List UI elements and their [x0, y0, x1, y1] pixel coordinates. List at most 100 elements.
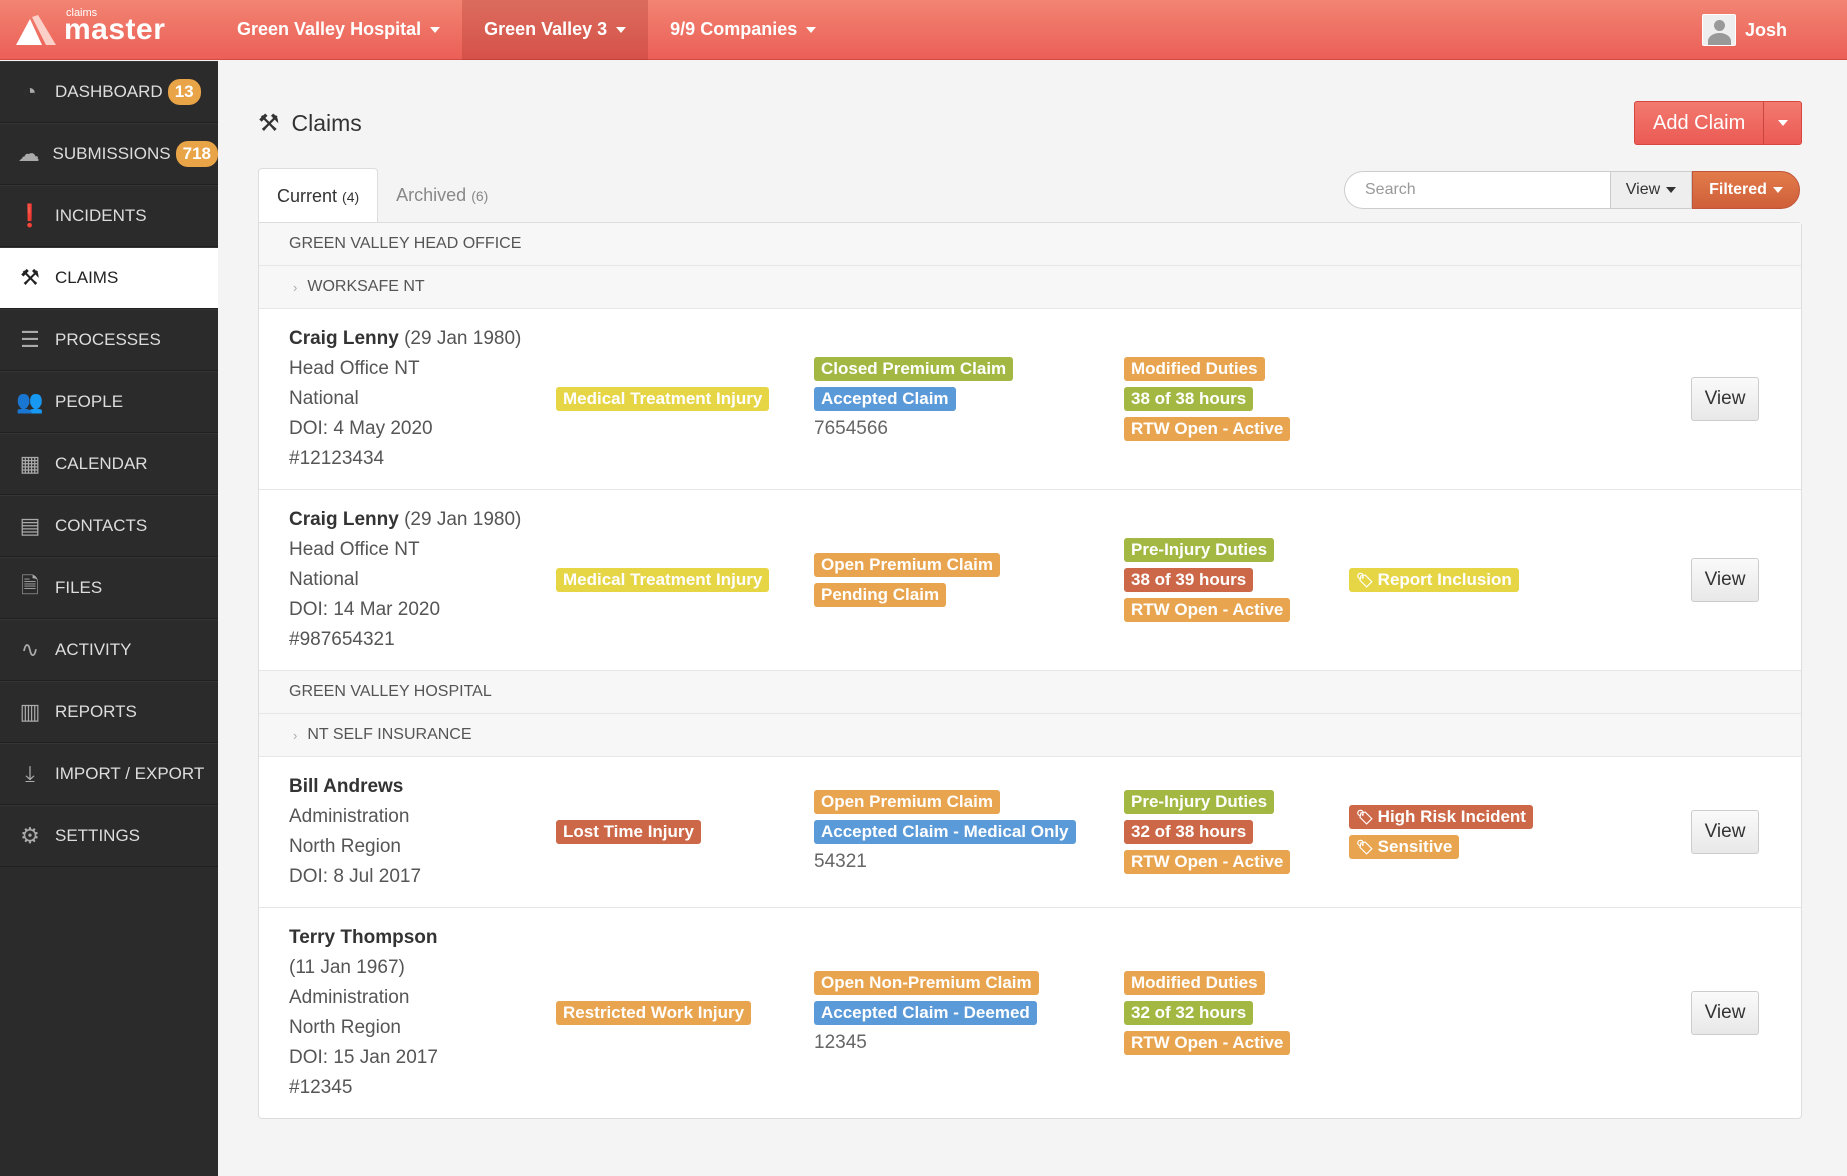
- duties-tag: RTW Open - Active: [1124, 598, 1291, 622]
- flag-tag: 🏷 High Risk Incident: [1349, 805, 1533, 829]
- injury-type: Restricted Work Injury: [556, 1001, 752, 1025]
- sidebar-item-processes[interactable]: ☰ PROCESSES: [0, 309, 218, 371]
- claimant-name-line: Terry Thompson: [289, 923, 438, 953]
- tag-text: Medical Treatment Injury: [563, 570, 763, 589]
- injury-tag: Medical Treatment Injury: [556, 568, 770, 592]
- claimant-detail: DOI: 14 Mar 2020: [289, 599, 441, 620]
- tag-text: RTW Open - Active: [1131, 419, 1284, 438]
- view-button[interactable]: View: [1691, 377, 1759, 421]
- claimant-detail: #12123434: [289, 448, 385, 469]
- flags: 🏷 Report Inclusion: [1349, 568, 1519, 592]
- caret-down-icon: [616, 26, 627, 33]
- claim-number: 12345: [814, 1032, 867, 1053]
- claimant-info: Terry Thompson (11 Jan 1967) Administratio…: [289, 923, 438, 1103]
- tab-count: (4): [342, 188, 360, 205]
- flag-tag: 🏷 Report Inclusion: [1349, 568, 1519, 592]
- alert-icon: ❗: [16, 203, 44, 228]
- filtered-dropdown-button[interactable]: Filtered: [1692, 171, 1800, 209]
- tag-text: Modified Duties: [1131, 973, 1258, 992]
- top-nav-2[interactable]: 9/9 Companies: [648, 0, 838, 60]
- view-button[interactable]: View: [1691, 558, 1759, 602]
- add-claim-button[interactable]: Add Claim: [1635, 102, 1765, 144]
- claimant-detail: Head Office NT: [289, 539, 420, 560]
- injury-type: Lost Time Injury: [556, 820, 701, 844]
- sidebar-item-people[interactable]: 👥 PEOPLE: [0, 371, 218, 433]
- sidebar: ◔ DASHBOARD 13 ☁ SUBMISSIONS 718 ❗ INCIDENTS ⚒ CL…: [0, 61, 218, 1176]
- table-row: Craig Lenny (29 Jan 1980) Head Office NT N…: [259, 309, 1801, 490]
- gavel-icon: ⚒: [20, 265, 40, 290]
- sidebar-item-files[interactable]: 🗎 FILES: [0, 557, 218, 619]
- sidebar-item-reports[interactable]: ▥ REPORTS: [0, 681, 218, 743]
- logo-small-text: claims: [66, 6, 98, 19]
- top-nav-0[interactable]: Green Valley Hospital: [215, 0, 462, 60]
- claimant-name[interactable]: Craig Lenny: [289, 509, 399, 530]
- table-row: Terry Thompson (11 Jan 1967) Administratio…: [259, 908, 1801, 1118]
- sidebar-item-incidents[interactable]: ❗ INCIDENTS: [0, 185, 218, 247]
- claim-number: 54321: [814, 851, 867, 872]
- duties-tag: Pre-Injury Duties: [1124, 538, 1275, 562]
- subgroup-header[interactable]: › WORKSAFE NT: [259, 266, 1801, 309]
- sidebar-item-activity[interactable]: ∿ ACTIVITY: [0, 619, 218, 681]
- add-claim-button-group: Add Claim: [1634, 101, 1803, 145]
- main-content: ⚒ Claims Add Claim Current (4) Archived (6)…: [218, 61, 1847, 1176]
- view-button[interactable]: View: [1691, 991, 1759, 1035]
- subgroup-label: NT SELF INSURANCE: [307, 726, 472, 743]
- tag-text: High Risk Incident: [1377, 807, 1526, 826]
- tab-current[interactable]: Current (4): [258, 168, 379, 224]
- duties-status: Pre-Injury Duties 38 of 39 hours RTW Open …: [1124, 538, 1291, 622]
- tag-icon: 🏷: [1356, 839, 1378, 855]
- tab-archived[interactable]: Archived (6): [378, 168, 506, 223]
- gear-icon: ⚙: [20, 823, 40, 848]
- duties-tag: 38 of 39 hours: [1124, 568, 1254, 592]
- view-button[interactable]: View: [1691, 810, 1759, 854]
- duties-tag: 32 of 32 hours: [1124, 1001, 1254, 1025]
- injury-tag: Lost Time Injury: [556, 820, 701, 844]
- search-input[interactable]: [1344, 171, 1610, 209]
- top-nav-label: 9/9 Companies: [670, 19, 798, 39]
- sidebar-item-label: PEOPLE: [55, 392, 124, 411]
- tab-count: (6): [471, 187, 489, 204]
- logo[interactable]: claims master: [0, 0, 215, 60]
- download-icon: ⤓: [25, 761, 35, 786]
- duties-tag: 32 of 38 hours: [1124, 820, 1254, 844]
- logo-mark-icon: [16, 14, 56, 45]
- view-dropdown-button[interactable]: View: [1610, 171, 1692, 209]
- count-badge: 13: [167, 79, 201, 105]
- sidebar-item-claims[interactable]: ⚒ CLAIMS: [0, 247, 218, 309]
- view-label: View: [1625, 181, 1661, 198]
- caret-down-icon: [806, 26, 817, 33]
- duties-tag: 38 of 38 hours: [1124, 387, 1254, 411]
- subgroup-header[interactable]: › NT SELF INSURANCE: [259, 714, 1801, 757]
- sidebar-item-label: SETTINGS: [55, 826, 141, 845]
- tag-icon: 🏷: [1356, 809, 1378, 825]
- tag-text: 38 of 38 hours: [1131, 389, 1247, 408]
- sidebar-item-calendar[interactable]: ▦ CALENDAR: [0, 433, 218, 495]
- sidebar-item-dashboard[interactable]: ◔ DASHBOARD 13: [0, 61, 218, 123]
- sidebar-item-contacts[interactable]: ▤ CONTACTS: [0, 495, 218, 557]
- claimant-name[interactable]: Craig Lenny: [289, 328, 399, 349]
- claimant-dob: (29 Jan 1980): [404, 509, 522, 530]
- add-claim-dropdown-button[interactable]: [1764, 102, 1801, 144]
- top-nav-1[interactable]: Green Valley 3: [462, 0, 649, 60]
- sidebar-item-import-export[interactable]: ⤓ IMPORT / EXPORT: [0, 743, 218, 805]
- group-header: GREEN VALLEY HEAD OFFICE: [259, 223, 1801, 266]
- avatar: [1701, 14, 1736, 46]
- tag-text: Accepted Claim - Medical Only: [821, 822, 1069, 841]
- claimant-name[interactable]: Terry Thompson: [289, 927, 438, 948]
- flag-tag: 🏷 Sensitive: [1349, 835, 1460, 859]
- claim-tag: Accepted Claim - Deemed: [814, 1001, 1037, 1025]
- claimant-detail: Administration: [289, 806, 410, 827]
- tag-text: Open Premium Claim: [821, 792, 993, 811]
- sidebar-item-label: PROCESSES: [55, 330, 161, 349]
- chevron-right-icon: ›: [293, 727, 298, 743]
- sidebar-item-label: DASHBOARD: [55, 82, 163, 101]
- sidebar-item-submissions[interactable]: ☁ SUBMISSIONS 718: [0, 123, 218, 185]
- claim-status: Closed Premium Claim Accepted Claim 765456…: [814, 357, 1014, 441]
- user-menu[interactable]: Josh: [1701, 14, 1787, 46]
- tag-text: 32 of 38 hours: [1131, 822, 1247, 841]
- claimant-name[interactable]: Bill Andrews: [289, 776, 403, 797]
- tag-text: Pending Claim: [821, 585, 940, 604]
- claimant-name-line: Craig Lenny (29 Jan 1980): [289, 324, 521, 354]
- sidebar-item-settings[interactable]: ⚙ SETTINGS: [0, 805, 218, 867]
- table-row: Bill Andrews Administration North Region DO…: [259, 757, 1801, 908]
